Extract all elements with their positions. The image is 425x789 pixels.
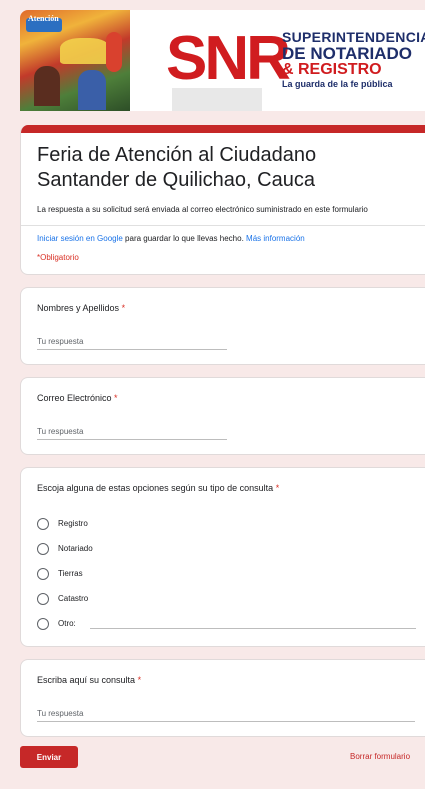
option-label: Otro:	[58, 619, 76, 628]
question-name: Nombres y Apellidos * Tu respuesta	[20, 287, 425, 365]
form-footer: Enviar Borrar formulario	[20, 746, 425, 770]
required-star: *	[275, 483, 280, 493]
question-email: Correo Electrónico * Tu respuesta	[20, 377, 425, 455]
form-container: Atención SNR SUPERINTENDENCIA DE NOTARIA…	[20, 10, 425, 770]
radio-button[interactable]	[37, 517, 49, 530]
form-title-line-2: Santander de Quilichao, Cauca	[37, 169, 315, 191]
accent-bar	[21, 125, 425, 133]
radio-option-tierras[interactable]: Tierras	[37, 561, 416, 586]
radio-button[interactable]	[37, 567, 49, 580]
banner-photo-tag: Atención	[28, 14, 59, 23]
radio-button[interactable]	[37, 542, 49, 555]
required-note: *Obligatorio	[37, 253, 79, 262]
radio-group: Registro Notariado Tierras Catastro Otro…	[37, 511, 416, 636]
name-input[interactable]: Tu respuesta	[37, 337, 227, 350]
header-banner: Atención SNR SUPERINTENDENCIA DE NOTARIA…	[20, 10, 425, 111]
option-label: Tierras	[58, 569, 83, 578]
clear-form-link[interactable]: Borrar formulario	[350, 752, 410, 761]
name-label: Nombres y Apellidos	[37, 303, 120, 313]
option-label: Catastro	[58, 594, 89, 603]
org-line-2: DE NOTARIADO	[282, 44, 413, 63]
question-label: Correo Electrónico *	[37, 393, 416, 403]
email-label: Correo Electrónico	[37, 393, 112, 403]
question-query: Escriba aquí su consulta * Tu respuesta	[20, 659, 425, 737]
org-name: SUPERINTENDENCIA DE NOTARIADO & REGISTRO…	[282, 30, 425, 89]
form-title: Feria de Atención al Ciudadano Santander…	[37, 143, 416, 193]
query-type-label: Escoja alguna de estas opciones según su…	[37, 483, 274, 493]
required-star: *	[114, 393, 118, 403]
required-star: *	[137, 675, 142, 685]
org-line-1: SUPERINTENDENCIA	[282, 29, 425, 45]
festival-photo: Atención	[20, 10, 130, 111]
signin-text: para guardar lo que llevas hecho.	[122, 234, 247, 243]
required-star: *	[121, 303, 126, 313]
more-info-link[interactable]: Más información	[246, 234, 305, 243]
submit-button[interactable]: Enviar	[20, 746, 78, 768]
form-title-card: Feria de Atención al Ciudadano Santander…	[20, 125, 425, 275]
signin-notice: Iniciar sesión en Google para guardar lo…	[37, 234, 416, 243]
question-label: Escriba aquí su consulta *	[37, 675, 416, 685]
email-input[interactable]: Tu respuesta	[37, 427, 227, 440]
question-label: Escoja alguna de estas opciones según su…	[37, 483, 416, 493]
query-label: Escriba aquí su consulta	[37, 675, 136, 685]
question-query-type: Escoja alguna de estas opciones según su…	[20, 467, 425, 647]
snr-logo: SNR	[166, 24, 291, 93]
question-label: Nombres y Apellidos *	[37, 303, 416, 313]
org-line-3: & REGISTRO	[282, 61, 382, 78]
form-title-line-1: Feria de Atención al Ciudadano	[37, 144, 317, 166]
radio-option-catastro[interactable]: Catastro	[37, 586, 416, 611]
option-label: Notariado	[58, 544, 93, 553]
org-tagline: La guarda de la fe pública	[282, 79, 393, 89]
signin-link[interactable]: Iniciar sesión en Google	[37, 234, 123, 243]
radio-option-notariado[interactable]: Notariado	[37, 536, 416, 561]
form-description: La respuesta a su solicitud será enviada…	[37, 205, 368, 214]
divider	[21, 225, 425, 226]
radio-option-registro[interactable]: Registro	[37, 511, 416, 536]
radio-option-otro[interactable]: Otro:	[37, 611, 416, 636]
option-label: Registro	[58, 519, 88, 528]
other-text-input[interactable]	[89, 618, 416, 629]
radio-button[interactable]	[37, 592, 49, 605]
radio-button[interactable]	[37, 617, 49, 630]
query-input[interactable]: Tu respuesta	[37, 709, 415, 722]
